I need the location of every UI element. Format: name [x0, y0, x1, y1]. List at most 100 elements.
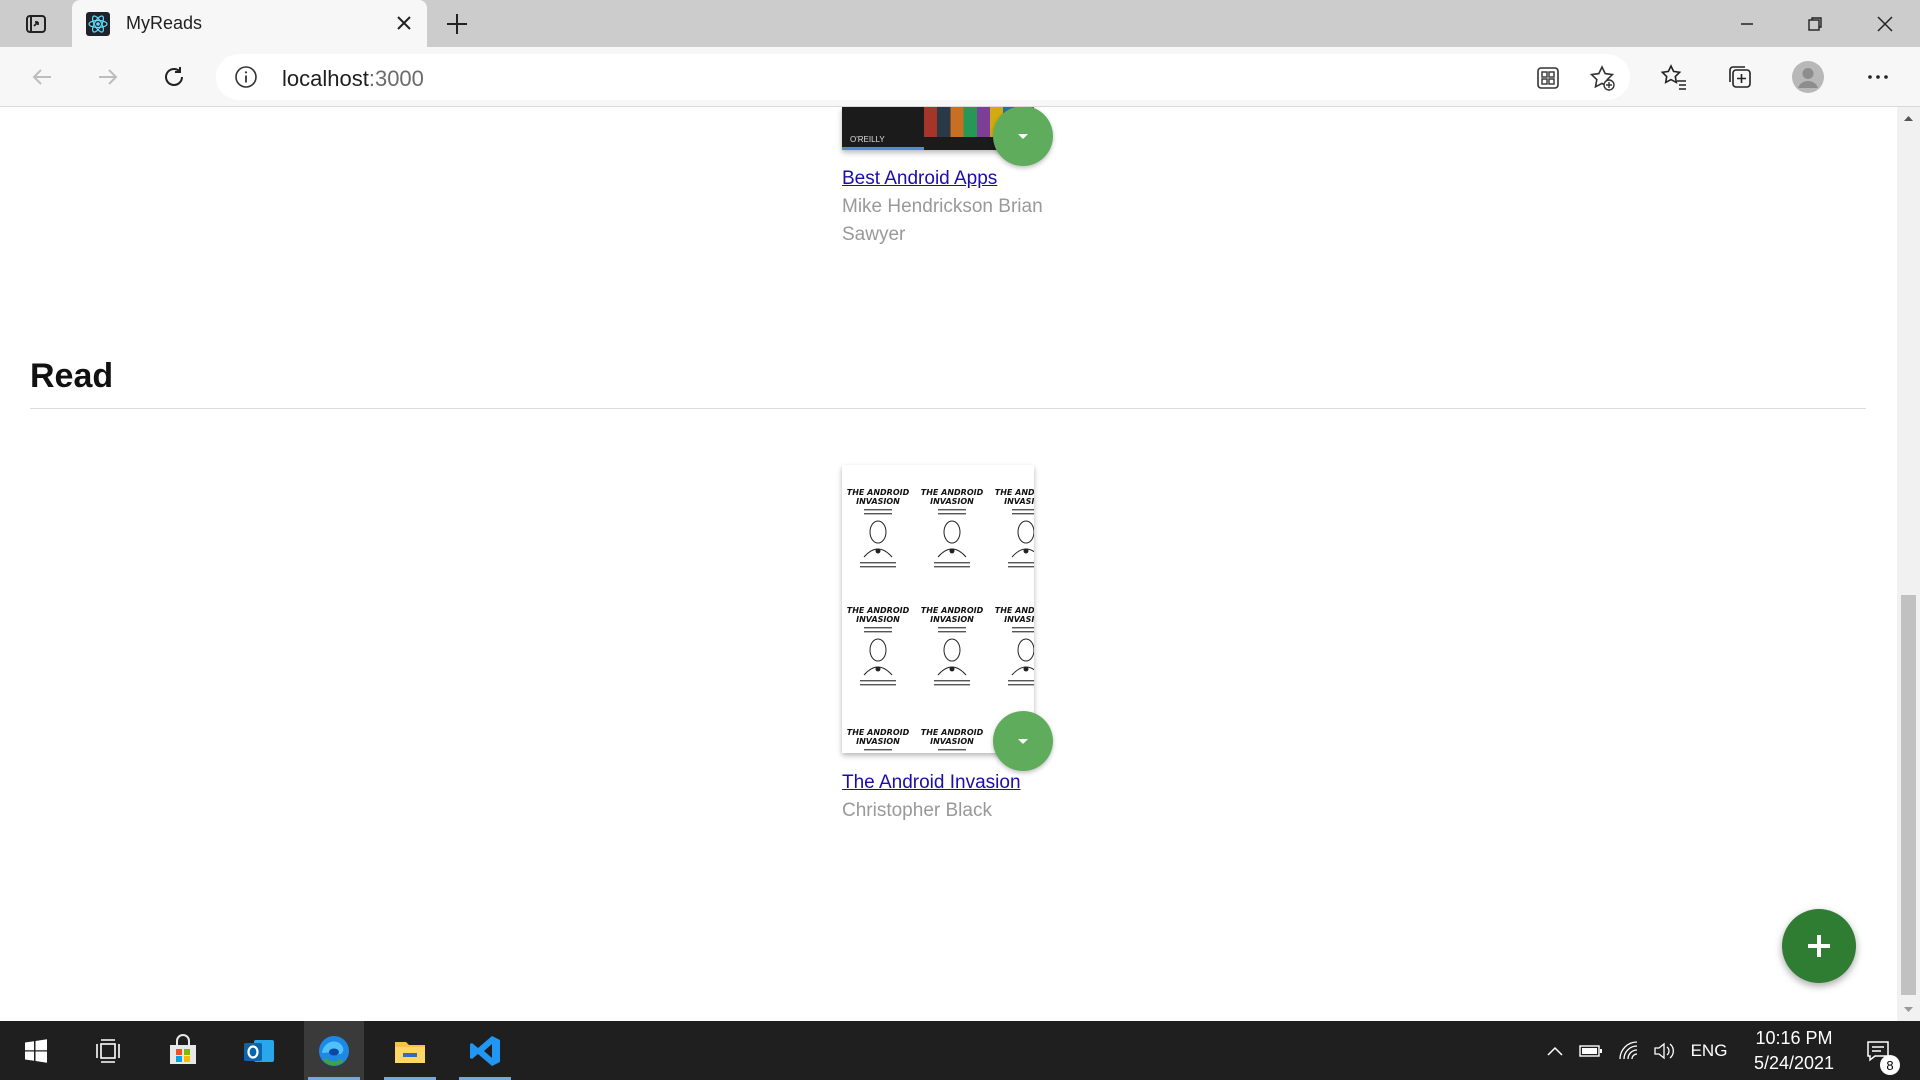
- cover-pattern-tile: THE ANDROIDINVASION: [921, 728, 984, 751]
- svg-text:INVASION: INVASION: [1004, 497, 1034, 506]
- battery-button[interactable]: [1576, 1021, 1606, 1080]
- chevron-down-icon: [1018, 739, 1028, 744]
- tab-title: MyReads: [126, 13, 203, 33]
- favorites-button[interactable]: [1658, 61, 1690, 93]
- add-book-button[interactable]: [1782, 909, 1856, 983]
- tab-actions-button[interactable]: [16, 10, 56, 38]
- back-arrow-icon: [32, 69, 51, 85]
- url-port: :3000: [368, 66, 424, 91]
- clock-time: 10:16 PM: [1755, 1028, 1833, 1048]
- publisher-mark: O'REILLY: [850, 135, 885, 144]
- svg-text:THE ANDROID: THE ANDROID: [921, 488, 984, 497]
- svg-text:THE ANDROID: THE ANDROID: [921, 606, 984, 615]
- language-indicator: ENG: [1690, 1040, 1728, 1060]
- book-authors: Christopher Black: [842, 800, 992, 821]
- svg-text:THE ANDROID: THE ANDROID: [847, 728, 910, 737]
- clock-date: 5/24/2021: [1753, 1053, 1835, 1073]
- scroll-down-icon[interactable]: [1903, 1004, 1914, 1015]
- refresh-button[interactable]: [158, 61, 190, 93]
- cover-pattern-tile: THE ANDROIDINVASION: [847, 488, 910, 568]
- page-scrollbar[interactable]: [1897, 107, 1920, 1021]
- cover-pattern-tile: THE ANDROIDINVASION: [847, 606, 910, 686]
- svg-text:INVASION: INVASION: [856, 497, 900, 506]
- shelf-changer-button[interactable]: [993, 107, 1053, 166]
- site-info-icon[interactable]: [234, 65, 258, 89]
- avatar-icon: [1792, 61, 1824, 93]
- network-button[interactable]: [1614, 1021, 1644, 1080]
- folder-icon: [395, 1041, 425, 1063]
- cover-art: THE ANDROIDINVASIONTHE ANDROIDINVASIONTH…: [847, 488, 1034, 751]
- browser-tab-strip: MyReads: [0, 0, 1920, 47]
- windows-logo-icon: [25, 1038, 47, 1063]
- add-favorite-icon[interactable]: [1588, 64, 1616, 92]
- shelf-changer-button[interactable]: [993, 711, 1053, 771]
- minimize-icon: [1741, 22, 1753, 25]
- scroll-up-icon[interactable]: [1903, 113, 1914, 124]
- minimize-button[interactable]: [1714, 0, 1780, 47]
- notification-count-badge: 8: [1880, 1055, 1900, 1075]
- page-content: O'REILLY Best Android Apps Mike Hendrick…: [0, 107, 1897, 1021]
- svg-text:INVASION: INVASION: [930, 497, 974, 506]
- taskbar-outlook[interactable]: [229, 1021, 289, 1080]
- show-hidden-icons-button[interactable]: [1540, 1021, 1570, 1080]
- store-icon: [170, 1033, 196, 1064]
- taskbar-store[interactable]: [153, 1021, 213, 1080]
- svg-text:INVASION: INVASION: [1004, 615, 1034, 624]
- cover-pattern-tile: THE ANDROIDINVASION: [995, 488, 1034, 568]
- forward-arrow-icon: [99, 69, 118, 85]
- url-host: localhost: [282, 66, 369, 91]
- taskbar-file-explorer[interactable]: [380, 1021, 440, 1080]
- clock-button[interactable]: 10:16 PM 5/24/2021: [1736, 1026, 1852, 1076]
- plus-icon: [1808, 935, 1830, 957]
- app-available-icon[interactable]: [1534, 64, 1562, 92]
- input-language-button[interactable]: ENG: [1686, 1021, 1732, 1080]
- refresh-icon: [165, 67, 183, 86]
- address-url[interactable]: localhost:3000: [282, 66, 424, 92]
- collections-icon: [1729, 66, 1751, 88]
- collections-button[interactable]: [1724, 61, 1756, 93]
- back-button[interactable]: [26, 61, 58, 93]
- cover-pattern-tile: THE ANDROIDINVASION: [921, 606, 984, 686]
- shelf-divider: [30, 408, 1866, 409]
- book-title-link[interactable]: The Android Invasion: [842, 772, 1021, 794]
- chevron-down-icon: [1018, 134, 1028, 139]
- browser-tab-myreads[interactable]: MyReads: [72, 0, 427, 47]
- book-title-link[interactable]: Best Android Apps: [842, 168, 997, 190]
- outlook-icon: [244, 1039, 274, 1062]
- shelf-title-read: Read: [30, 357, 114, 395]
- taskbar-vscode[interactable]: [455, 1021, 515, 1080]
- cover-pattern-tile: THE ANDROIDINVASION: [921, 488, 984, 568]
- cover-pattern-tile: THE ANDROIDINVASION: [995, 606, 1034, 686]
- cover-stripe: [842, 147, 924, 150]
- settings-more-button[interactable]: [1862, 61, 1894, 93]
- svg-text:THE ANDROID: THE ANDROID: [995, 488, 1034, 497]
- profile-button[interactable]: [1792, 61, 1824, 93]
- book-cover-the-android-invasion[interactable]: THE ANDROID INVASION THE ANDROID INVASION TH…: [842, 465, 1034, 753]
- svg-text:INVASION: INVASION: [930, 615, 974, 624]
- book-authors: Mike Hendrickson Brian Sawyer: [842, 196, 1043, 245]
- address-bar[interactable]: localhost:3000: [216, 54, 1630, 100]
- restore-icon: [1808, 16, 1822, 31]
- volume-button[interactable]: [1650, 1021, 1680, 1080]
- chevron-up-icon: [1547, 1046, 1563, 1056]
- start-button[interactable]: [6, 1021, 66, 1080]
- battery-icon: [1579, 1044, 1602, 1057]
- svg-text:INVASION: INVASION: [856, 615, 900, 624]
- task-view-button[interactable]: [78, 1021, 138, 1080]
- more-horizontal-icon: [1868, 75, 1888, 79]
- restore-button[interactable]: [1782, 0, 1848, 47]
- new-tab-icon[interactable]: [443, 10, 471, 38]
- taskbar-edge[interactable]: [304, 1021, 364, 1080]
- close-tab-icon[interactable]: [393, 12, 415, 34]
- close-window-button[interactable]: [1852, 0, 1918, 47]
- wifi-icon: [1619, 1040, 1638, 1059]
- forward-button[interactable]: [92, 61, 124, 93]
- scrollbar-thumb[interactable]: [1901, 595, 1916, 995]
- windows-taskbar: ENG 10:16 PM 5/24/2021 8: [0, 1021, 1920, 1080]
- speaker-icon: [1654, 1042, 1674, 1059]
- svg-text:INVASION: INVASION: [930, 737, 974, 746]
- edge-icon: [319, 1035, 349, 1066]
- favorites-icon: [1660, 64, 1686, 90]
- svg-text:THE ANDROID: THE ANDROID: [995, 606, 1034, 615]
- svg-text:THE ANDROID: THE ANDROID: [847, 488, 910, 497]
